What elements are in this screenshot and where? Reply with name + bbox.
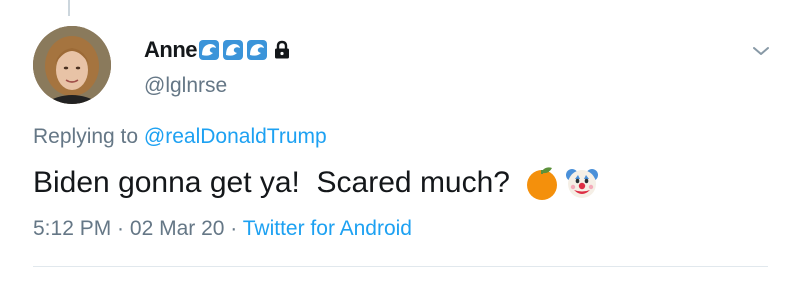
wave-emoji (223, 40, 243, 60)
tweet-client-link[interactable]: Twitter for Android (243, 217, 412, 240)
meta-separator: · (111, 217, 130, 240)
tweet-time: 5:12 PM (33, 217, 112, 240)
wave-emoji (199, 40, 219, 60)
replying-prefix: Replying to (33, 125, 144, 148)
tweet-meta: 5:12 PM · 02 Mar 20 · Twitter for Androi… (33, 217, 412, 241)
replying-to-line: Replying to @realDonaldTrump (33, 125, 327, 149)
meta-separator: · (224, 217, 243, 240)
clown-face-emoji (565, 169, 598, 198)
avatar-image (33, 26, 111, 104)
tweet-author-header: Anne (144, 36, 291, 64)
user-handle[interactable]: @lglnrse (144, 74, 227, 98)
wave-emoji (247, 40, 267, 60)
display-name[interactable]: Anne (144, 37, 198, 63)
thread-connector-line (68, 0, 70, 16)
tweet-text: Biden gonna get ya! Scared much? (33, 166, 510, 199)
chevron-down-icon[interactable] (750, 43, 772, 59)
lock-icon (275, 40, 289, 59)
divider (33, 266, 768, 267)
tweet-body: Biden gonna get ya! Scared much? (33, 165, 600, 201)
tweet-date: 02 Mar 20 (129, 217, 225, 240)
avatar[interactable] (33, 26, 111, 104)
replying-to-mention[interactable]: @realDonaldTrump (144, 125, 327, 148)
orange-emoji (526, 167, 557, 200)
